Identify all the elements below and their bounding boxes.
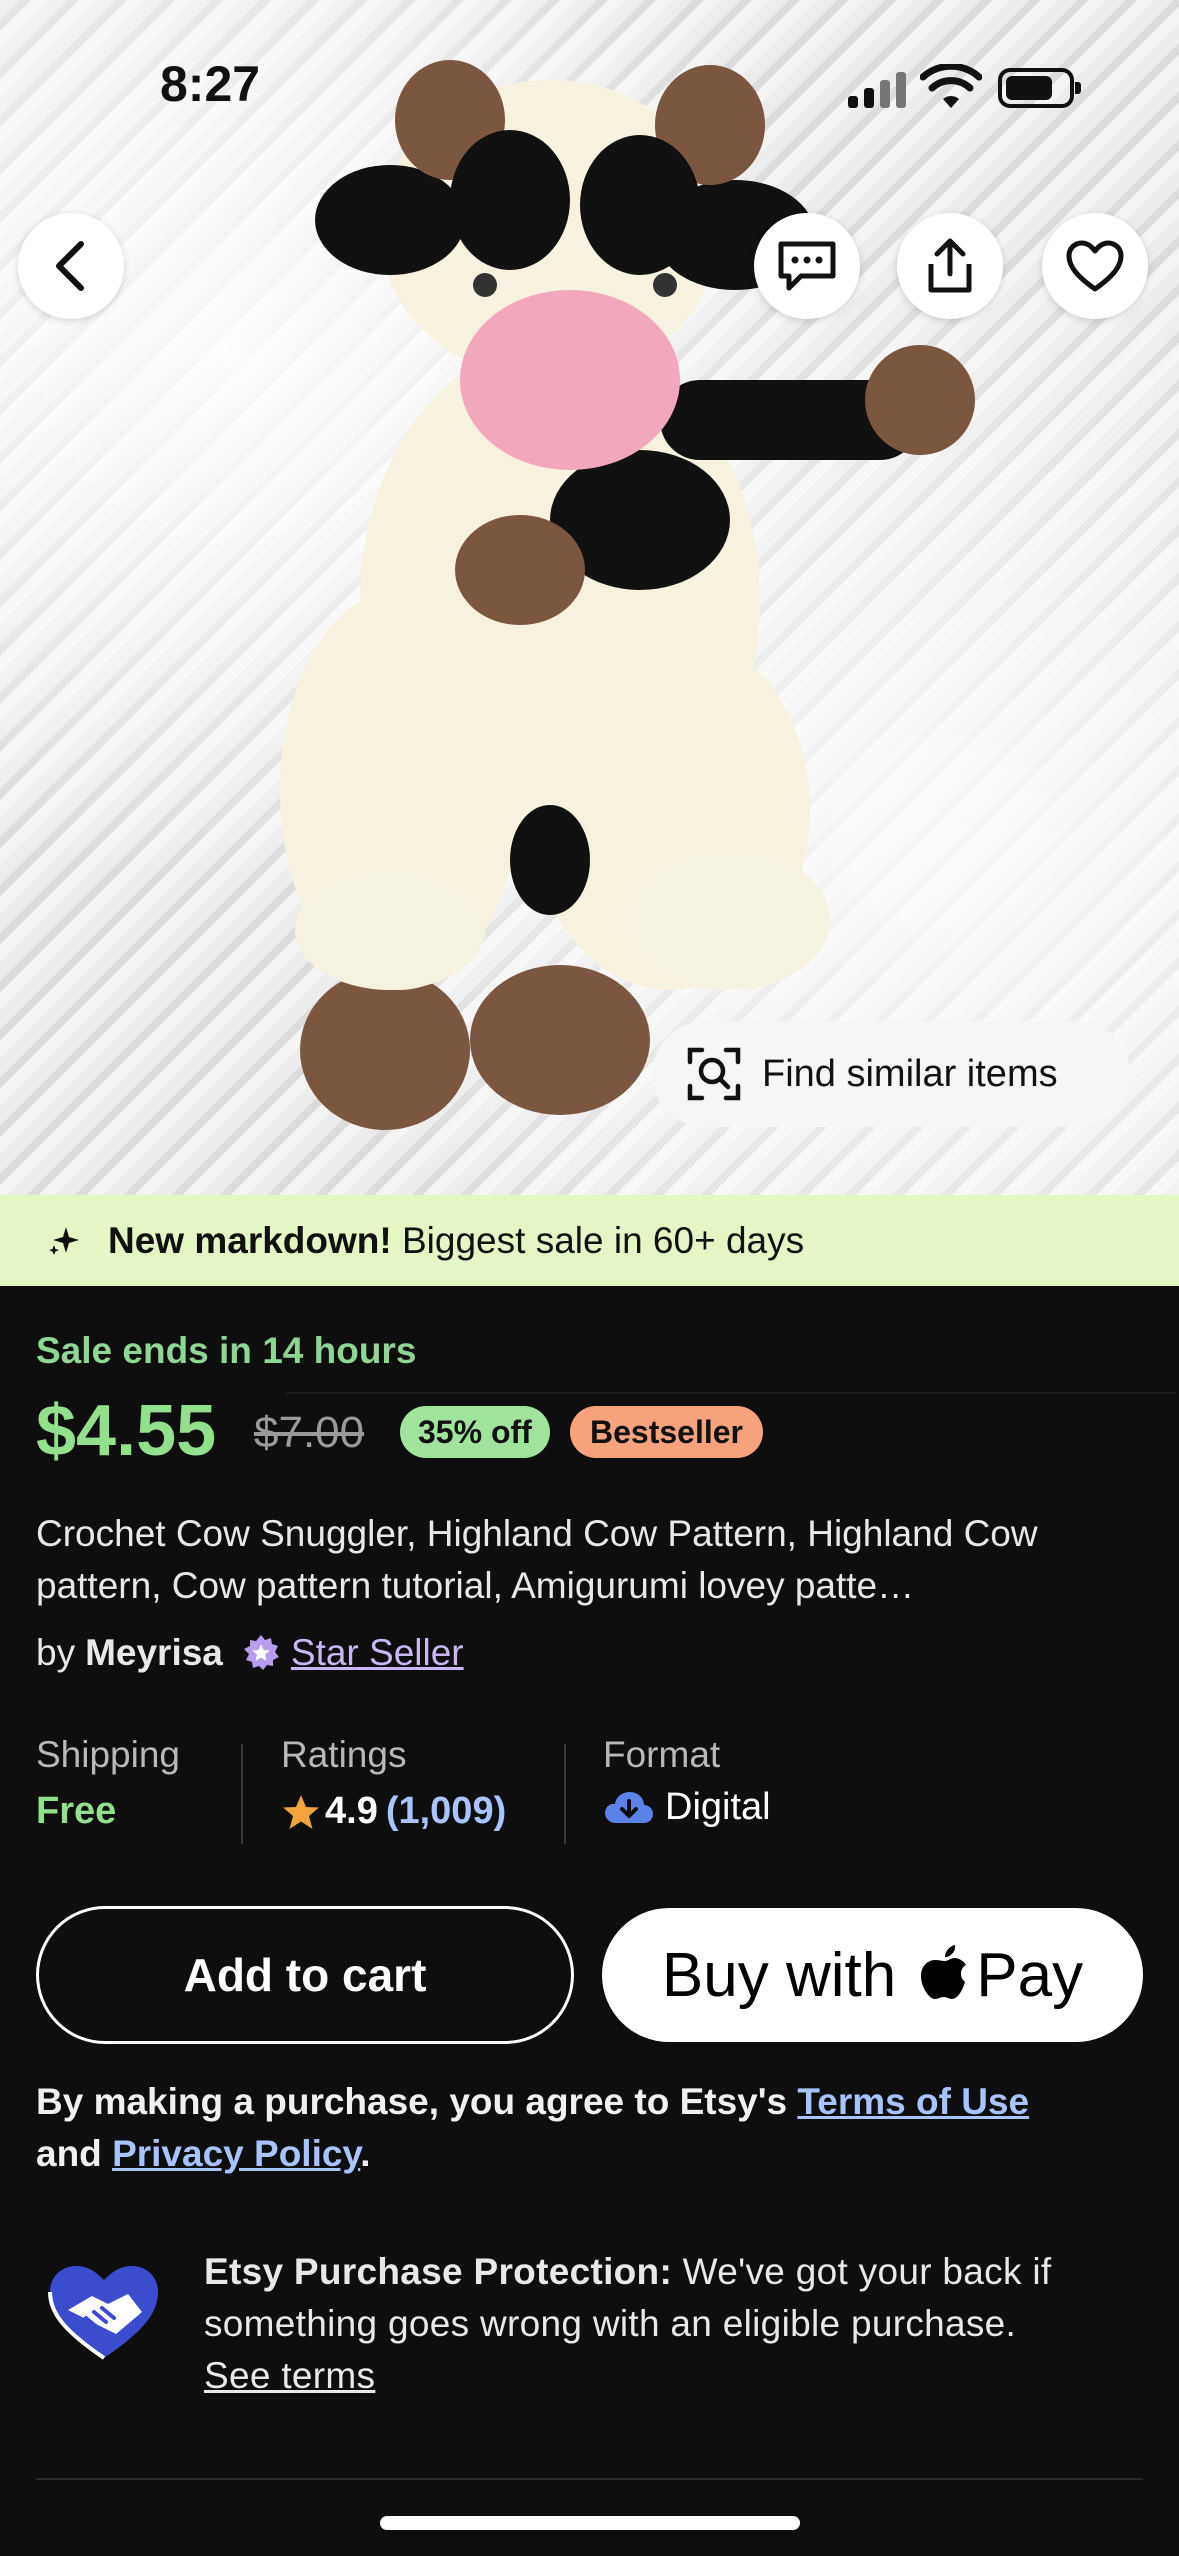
purchase-protection-text: Etsy Purchase Protection: We've got your…	[204, 2246, 1154, 2402]
divider	[241, 1744, 243, 1844]
star-seller-link[interactable]: Star Seller	[291, 1632, 464, 1674]
message-seller-button[interactable]	[754, 213, 860, 319]
shop-name[interactable]: Meyrisa	[85, 1632, 223, 1674]
back-button[interactable]	[18, 213, 124, 319]
legal-and: and	[36, 2133, 113, 2174]
shipping-info: Shipping Free	[36, 1734, 180, 1833]
find-similar-button[interactable]: Find similar items	[652, 1021, 1130, 1127]
chat-icon	[778, 241, 836, 291]
protection-title: Etsy Purchase Protection:	[204, 2251, 673, 2292]
format-info: Format Digital	[603, 1734, 771, 1829]
status-bar: 8:27	[0, 0, 1179, 150]
cloud-download-icon	[605, 1791, 653, 1823]
discount-badge: 35% off	[400, 1406, 550, 1458]
buy-with-label: Buy with	[661, 1940, 897, 2010]
format-label: Format	[603, 1734, 721, 1775]
divider	[564, 1744, 566, 1844]
apple-pay-button[interactable]: Buy with Pay	[602, 1908, 1143, 2042]
markdown-banner: New markdown! Biggest sale in 60+ days	[0, 1195, 1179, 1286]
format-value: Digital	[665, 1786, 771, 1828]
seller-row: by Meyrisa Star Seller	[36, 1632, 464, 1674]
ratings-label: Ratings	[281, 1734, 407, 1775]
star-icon	[283, 1794, 319, 1829]
product-photo[interactable]: 8:27 Find similar items	[0, 0, 1179, 1195]
ratings-value: 4.9 (1,009)	[281, 1790, 506, 1833]
rating-count: (1,009)	[385, 1790, 507, 1832]
original-price: $7.00	[254, 1408, 365, 1457]
by-label: by	[36, 1632, 76, 1673]
visual-search-icon	[687, 1047, 741, 1101]
favorite-button[interactable]	[1042, 213, 1148, 319]
cellular-signal-icon	[848, 72, 908, 108]
bestseller-badge: Bestseller	[570, 1406, 763, 1458]
listing-title: Crochet Cow Snuggler, Highland Cow Patte…	[36, 1513, 1038, 1606]
purchase-protection-handshake-icon	[48, 2266, 158, 2360]
purchase-terms: By making a purchase, you agree to Etsy'…	[36, 2076, 1143, 2180]
rating-number: 4.9	[325, 1790, 378, 1832]
ratings-info[interactable]: Ratings 4.9 (1,009)	[281, 1734, 506, 1833]
see-terms-link[interactable]: See terms	[204, 2355, 375, 2396]
legal-prefix: By making a purchase, you agree to Etsy'…	[36, 2081, 798, 2122]
chevron-left-icon	[56, 241, 84, 291]
add-to-cart-button[interactable]: Add to cart	[36, 1906, 574, 2044]
wifi-icon	[920, 64, 982, 108]
sparkle-icon	[49, 1226, 79, 1255]
legal-period: .	[360, 2133, 371, 2174]
share-icon	[928, 238, 972, 293]
battery-icon	[998, 68, 1081, 108]
heart-icon	[1066, 240, 1124, 292]
apple-logo-icon	[921, 1945, 967, 1999]
crochet-cow-image	[280, 60, 975, 1130]
divider	[36, 2478, 1143, 2480]
banner-bold: New markdown!	[108, 1219, 392, 1261]
find-similar-label: Find similar items	[762, 1052, 1058, 1095]
sale-price: $4.55	[36, 1391, 217, 1471]
star-seller-badge-icon	[243, 1635, 279, 1670]
sale-countdown: Sale ends in 14 hours	[36, 1330, 417, 1371]
home-indicator[interactable]	[380, 2516, 800, 2530]
status-time: 8:27	[160, 56, 261, 112]
divider	[286, 1392, 1176, 1394]
share-button[interactable]	[897, 213, 1003, 319]
privacy-policy-link[interactable]: Privacy Policy	[112, 2133, 360, 2174]
terms-of-use-link[interactable]: Terms of Use	[797, 2081, 1029, 2122]
pay-label: Pay	[976, 1940, 1084, 2010]
banner-text: Biggest sale in 60+ days	[391, 1219, 805, 1261]
shipping-value: Free	[36, 1790, 117, 1832]
shipping-label: Shipping	[36, 1734, 181, 1775]
format-value-row: Digital	[603, 1786, 771, 1829]
